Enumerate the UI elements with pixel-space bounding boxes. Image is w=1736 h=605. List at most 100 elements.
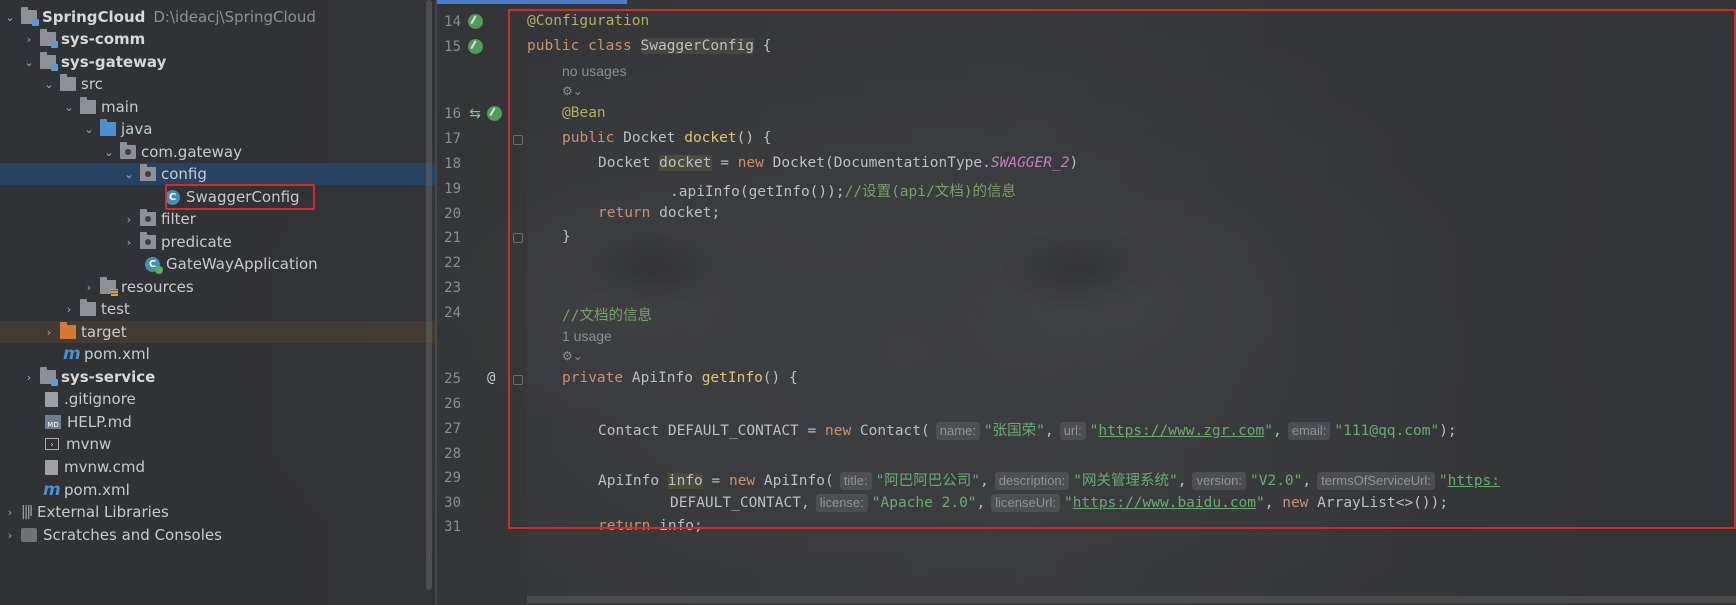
tree-item-filter[interactable]: › filter — [0, 208, 435, 230]
navigate-arrow-icon[interactable]: ⇆ — [467, 106, 483, 122]
tree-item-help-md[interactable]: MD HELP.md — [0, 411, 435, 433]
tree-item-sys-gateway[interactable]: ⌄ sys-gateway — [0, 51, 435, 73]
code-line-30: DEFAULT_CONTACT, license: "Apache 2.0", lic… — [670, 494, 1448, 512]
parameter-hint: license: — [815, 494, 868, 512]
code-line-17: public Docket docket() { — [562, 130, 772, 146]
line-number: 14 — [444, 14, 461, 30]
code-text: Contact DEFAULT_CONTACT = — [598, 423, 825, 439]
url-link[interactable]: https://www.baidu.com — [1073, 495, 1256, 511]
fold-marker-icon[interactable] — [513, 233, 523, 243]
tree-item-config[interactable]: ⌄ config — [0, 163, 435, 185]
tree-root[interactable]: ⌄ SpringCloud D:\ideacj\SpringCloud — [0, 6, 435, 28]
package-icon — [120, 142, 136, 159]
spring-bean-icon[interactable] — [468, 39, 483, 54]
tree-item-root-pom-xml[interactable]: m pom.xml — [0, 479, 435, 501]
line-number: 19 — [444, 181, 461, 197]
markdown-icon: MD — [45, 415, 61, 429]
url-link[interactable]: https: — [1448, 473, 1500, 489]
library-icon: |||l — [21, 504, 33, 520]
tree-root-path: D:\ideacj\SpringCloud — [153, 8, 316, 26]
file-icon — [45, 391, 58, 407]
code-text: info; — [659, 518, 703, 534]
line-number: 25 — [444, 371, 461, 387]
ai-generate-icon[interactable]: ⚙⌄ — [562, 84, 583, 98]
tree-item-gitignore[interactable]: .gitignore — [0, 388, 435, 410]
chevron-right-icon[interactable]: › — [3, 501, 17, 523]
tree-item-src[interactable]: ⌄ src — [0, 73, 435, 95]
code-text: Docket(DocumentationType. — [772, 155, 991, 171]
ai-generate-icon[interactable]: ⚙⌄ — [562, 349, 583, 363]
code-text: ) — [1069, 155, 1079, 171]
spring-bean-icon[interactable] — [468, 14, 483, 29]
code-line-31: return info; — [598, 518, 703, 534]
project-scrollbar[interactable] — [426, 0, 432, 590]
fold-marker-icon[interactable] — [513, 375, 523, 385]
usages-hint[interactable]: 1 usage — [562, 328, 612, 344]
chevron-down-icon[interactable]: ⌄ — [42, 73, 56, 95]
parameter-hint: title: — [839, 472, 872, 490]
url-link[interactable]: https://www.zgr.com — [1098, 423, 1264, 439]
line-number: 24 — [444, 305, 461, 321]
tree-item-mvnw-cmd[interactable]: mvnw.cmd — [0, 456, 435, 478]
chevron-down-icon[interactable]: ⌄ — [122, 163, 136, 185]
code-text: = — [702, 473, 729, 489]
tree-item-com-gateway[interactable]: ⌄ com.gateway — [0, 141, 435, 163]
tree-item-pom-xml[interactable]: m pom.xml — [0, 343, 435, 365]
chevron-down-icon[interactable]: ⌄ — [102, 141, 116, 163]
tree-item-label: HELP.md — [67, 413, 132, 431]
chevron-right-icon[interactable]: › — [82, 276, 96, 298]
tree-item-mvnw[interactable]: › mvnw — [0, 433, 435, 455]
tree-item-sys-comm[interactable]: › sys-comm — [0, 28, 435, 50]
code-text: , — [1302, 473, 1312, 489]
tree-item-java[interactable]: ⌄ java — [0, 118, 435, 140]
chevron-down-icon[interactable]: ⌄ — [22, 51, 36, 73]
implements-at-icon[interactable]: @ — [487, 370, 502, 386]
tree-item-label: target — [81, 323, 127, 341]
chevron-right-icon[interactable]: › — [3, 524, 17, 546]
usages-hint[interactable]: no usages — [562, 63, 627, 79]
tree-item-label: GateWayApplication — [166, 255, 318, 273]
code-text: { — [754, 38, 772, 54]
line-number: 20 — [444, 206, 461, 222]
line-number: 17 — [444, 131, 461, 147]
chevron-right-icon[interactable]: › — [122, 231, 136, 253]
parameter-hint: termsOfServiceUrl: — [1317, 472, 1435, 490]
fold-marker-icon[interactable] — [513, 135, 523, 145]
tree-item-label: test — [101, 300, 130, 318]
code-editor[interactable]: @Configuration public class SwaggerConfi… — [527, 0, 1736, 605]
line-number: 16 — [444, 106, 461, 122]
tree-item-resources[interactable]: › resources — [0, 276, 435, 298]
package-icon — [140, 232, 156, 249]
code-text: () { — [762, 370, 798, 386]
chevron-right-icon[interactable]: › — [122, 208, 136, 230]
chevron-down-icon[interactable]: ⌄ — [62, 96, 76, 118]
tree-item-label: sys-service — [61, 368, 156, 386]
spring-bean-icon[interactable] — [487, 106, 502, 121]
tree-item-target[interactable]: › target — [0, 321, 435, 343]
tree-item-external-libraries[interactable]: › |||l External Libraries — [0, 501, 435, 523]
tree-item-sys-service[interactable]: › sys-service — [0, 366, 435, 388]
tree-item-scratches[interactable]: › Scratches and Consoles — [0, 524, 435, 546]
chevron-right-icon[interactable]: › — [62, 298, 76, 320]
editor-horizontal-scrollbar[interactable] — [527, 596, 1736, 603]
tree-item-predicate[interactable]: › predicate — [0, 231, 435, 253]
tree-item-label: sys-comm — [61, 30, 146, 48]
chevron-right-icon[interactable]: › — [42, 321, 56, 343]
chevron-right-icon[interactable]: › — [22, 366, 36, 388]
line-number: 30 — [444, 495, 461, 511]
code-line-16: @Bean — [562, 105, 606, 121]
tree-item-test[interactable]: › test — [0, 298, 435, 320]
variable-highlight: docket — [659, 155, 712, 171]
type-text: ApiInfo — [598, 473, 668, 489]
source-folder-icon — [100, 119, 116, 136]
parameter-hint: licenseUrl: — [991, 494, 1060, 512]
tree-item-label: main — [101, 98, 139, 116]
chevron-right-icon[interactable]: › — [22, 28, 36, 50]
tree-item-gateway-application[interactable]: C GateWayApplication — [0, 253, 435, 275]
chevron-down-icon[interactable]: ⌄ — [3, 6, 17, 28]
maven-icon: m — [43, 480, 61, 500]
tree-item-label: Scratches and Consoles — [43, 526, 222, 544]
tree-item-main[interactable]: ⌄ main — [0, 96, 435, 118]
chevron-down-icon[interactable]: ⌄ — [82, 118, 96, 140]
code-text: .apiInfo(getInfo()); — [670, 184, 845, 200]
